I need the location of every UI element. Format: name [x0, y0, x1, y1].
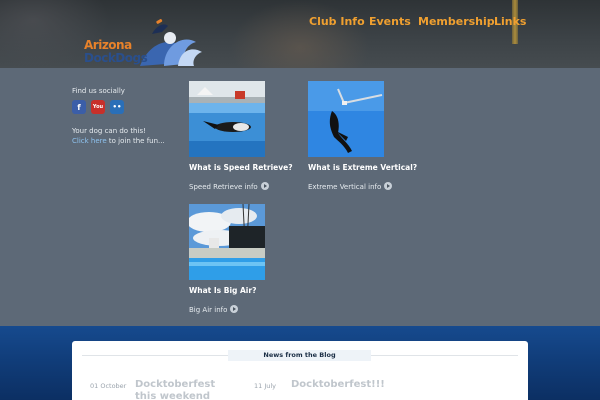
tagline-text: Your dog can do this! [72, 127, 146, 135]
site-logo[interactable]: Arizona DockDogs [82, 16, 206, 68]
join-promo: Your dog can do this! Click here to join… [72, 126, 165, 146]
speed-retrieve-photo[interactable] [189, 81, 265, 157]
blog-heading: News from the Blog [228, 350, 371, 361]
post-title-line1[interactable]: Docktoberfest [135, 379, 215, 391]
arrow-right-icon [384, 182, 393, 190]
card-info-label: Speed Retrieve info [189, 183, 258, 191]
site-header: Arizona DockDogs Club Info Events Member… [0, 0, 600, 68]
card-info-link[interactable]: Speed Retrieve info [189, 182, 269, 191]
join-text: to join the fun... [106, 137, 165, 145]
card-info-label: Big Air info [189, 306, 228, 314]
youtube-icon[interactable]: You [91, 100, 105, 114]
logo-text-dockdogs: DockDogs [84, 51, 148, 65]
extreme-vertical-image [308, 81, 384, 157]
post-title-line2[interactable]: this weekend [135, 391, 210, 400]
header-background-photo-dog [230, 0, 370, 68]
extreme-vertical-photo[interactable] [308, 81, 384, 157]
arrow-right-icon [230, 305, 239, 313]
post-date: 01 October [90, 382, 127, 390]
big-air-photo[interactable] [189, 204, 265, 280]
join-link[interactable]: Click here [72, 137, 107, 145]
card-extreme-vertical: What is Extreme Vertical? Extreme Vertic… [308, 81, 418, 196]
card-big-air: What Is Big Air? Big Air info [189, 204, 299, 319]
nav-events[interactable]: Events [369, 15, 411, 28]
post-title-line1[interactable]: Docktoberfest!!! [291, 379, 385, 391]
card-speed-retrieve: What is Speed Retrieve? Speed Retrieve i… [189, 81, 299, 196]
card-info-link[interactable]: Extreme Vertical info [308, 182, 393, 191]
big-air-image [189, 204, 265, 280]
post-date: 11 July [254, 382, 277, 390]
speed-retrieve-image [189, 81, 265, 157]
join-line: Click here to join the fun... [72, 136, 165, 146]
card-title: What is Speed Retrieve? [189, 163, 293, 172]
card-info-link[interactable]: Big Air info [189, 305, 239, 314]
blog-panel: News from the Blog 01 October Docktoberf… [72, 341, 528, 400]
nav-links[interactable]: Links [494, 15, 526, 28]
logo-text-arizona: Arizona [84, 38, 132, 52]
facebook-icon[interactable]: f [72, 100, 86, 114]
nav-membership[interactable]: Membership [418, 15, 495, 28]
find-us-label: Find us socially [72, 87, 125, 95]
arrow-right-icon [260, 182, 269, 190]
nav-club-info[interactable]: Club Info [309, 15, 365, 28]
card-title: What Is Big Air? [189, 286, 257, 295]
card-title: What is Extreme Vertical? [308, 163, 418, 172]
flickr-icon[interactable]: •• [110, 100, 124, 114]
card-info-label: Extreme Vertical info [308, 183, 382, 191]
